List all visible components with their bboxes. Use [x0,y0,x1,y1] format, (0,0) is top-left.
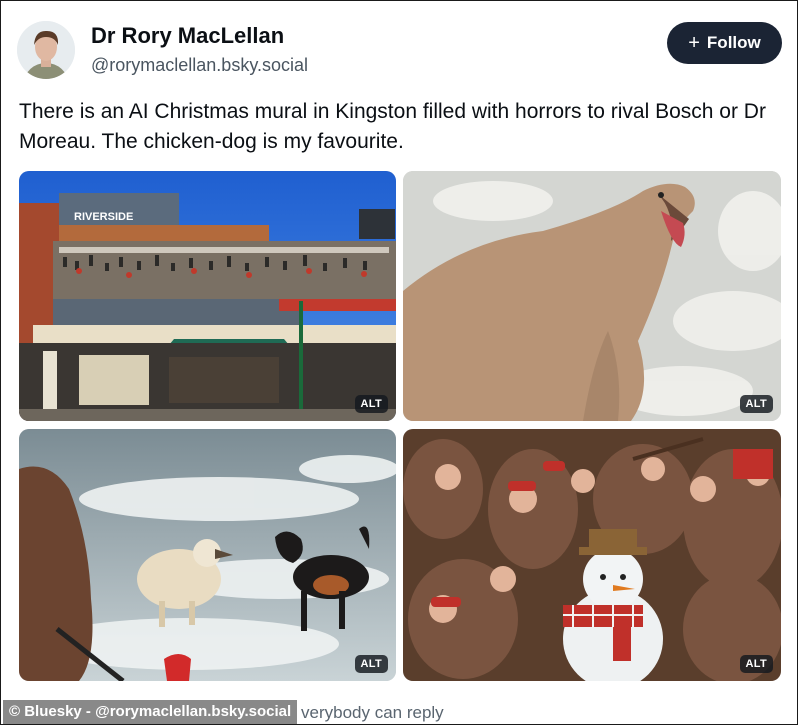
deer-creature-photo [403,171,781,421]
follow-label: Follow [706,33,761,52]
alt-badge[interactable]: ALT [354,655,388,673]
post-image-2[interactable]: ALT [403,171,781,421]
post-image-3[interactable]: ALT [19,429,396,681]
author-handle[interactable]: @rorymaclellan.bsky.social [91,55,308,76]
plus-icon: + [688,32,700,54]
post-image-4[interactable]: ALT [403,429,781,681]
post-card: Dr Rory MacLellan @rorymaclellan.bsky.so… [0,0,798,725]
mural-building-photo: RIVERSIDE [19,171,396,421]
riverside-sign: RIVERSIDE [74,211,133,223]
post-image-1[interactable]: RIVERSIDE ALT [19,171,396,421]
author-display-name[interactable]: Dr Rory MacLellan [91,23,284,49]
alt-badge[interactable]: ALT [739,655,773,673]
reply-settings-note: verybody can reply [301,703,444,722]
snowman-crowd-photo [403,429,781,681]
follow-button[interactable]: + Follow [667,22,782,64]
chicken-dog-photo [19,429,396,681]
alt-badge[interactable]: ALT [354,395,388,413]
avatar[interactable] [17,21,75,79]
alt-badge[interactable]: ALT [739,395,773,413]
post-text: There is an AI Christmas mural in Kingst… [19,100,766,153]
watermark-caption: © Bluesky - @rorymaclellan.bsky.social [3,700,298,724]
